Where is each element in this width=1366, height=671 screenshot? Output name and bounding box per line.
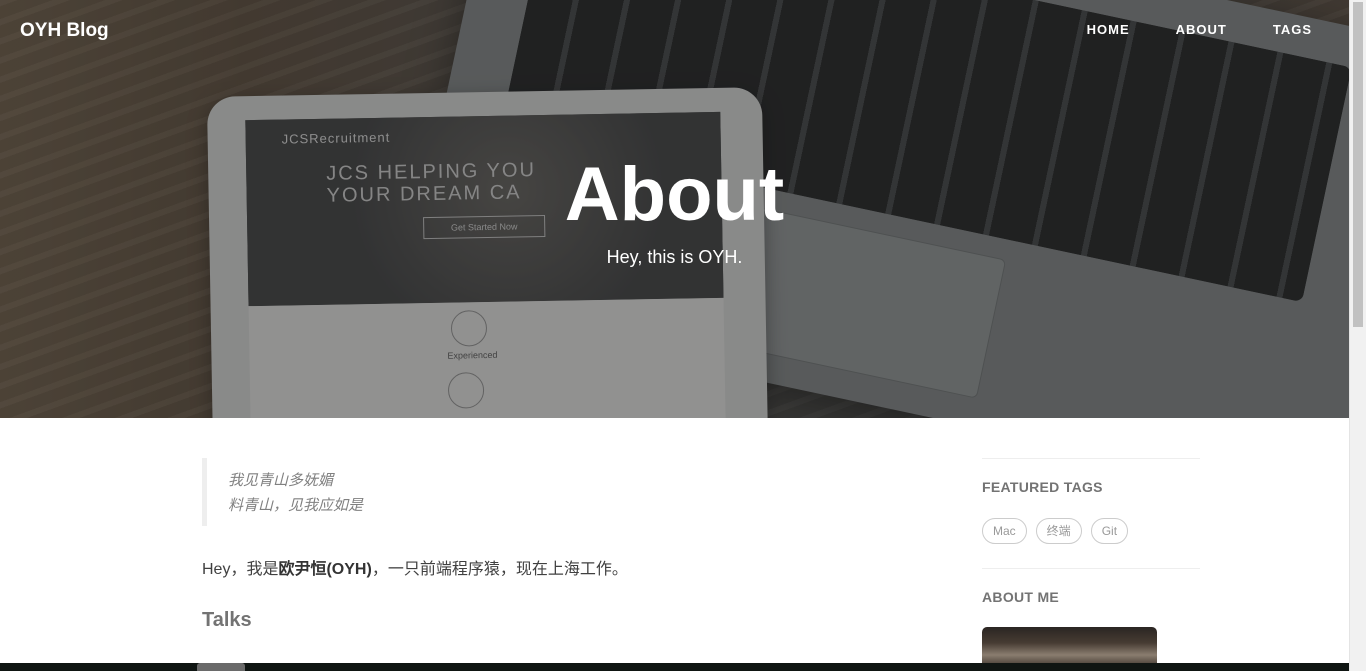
featured-tags-title: FEATURED TAGS [982,479,1103,495]
about-me-avatar [982,627,1157,667]
nav-tags-link[interactable]: TAGS [1273,22,1312,37]
intro-prefix: Hey，我是 [202,561,279,578]
sidebar-divider-2 [982,568,1200,569]
featured-tags-list: Mac 终端 Git [982,518,1200,544]
quote-line-2: 料青山，见我应如是 [228,497,364,514]
intro-suffix: ，一只前端程序猿，现在上海工作。 [371,561,628,578]
scrollbar-thumb[interactable] [1353,2,1363,327]
nav-home-link[interactable]: HOME [1087,22,1130,37]
taskbar-app-icon[interactable] [197,663,245,671]
nav-about-link[interactable]: ABOUT [1176,22,1227,37]
page-title: About [564,152,785,237]
hero-header: JCSRecruitment JCS HELPING YOU YOUR DREA… [0,0,1349,418]
sidebar: FEATURED TAGS Mac 终端 Git ABOUT ME [982,458,1200,667]
main-content: 我见青山多妩媚 料青山，见我应如是 Hey，我是欧尹恒(OYH)，一只前端程序猿… [202,458,922,632]
main-nav: HOME ABOUT TAGS [1041,22,1312,37]
quote-line-1: 我见青山多妩媚 [228,472,334,489]
tag-terminal[interactable]: 终端 [1035,518,1082,544]
intro-paragraph: Hey，我是欧尹恒(OYH)，一只前端程序猿，现在上海工作。 [202,555,922,579]
tag-git[interactable]: Git [1090,518,1129,544]
poem-quote: 我见青山多妩媚 料青山，见我应如是 [202,458,922,526]
author-name: 欧尹恒(OYH) [278,561,372,578]
about-me-title: ABOUT ME [982,589,1060,605]
talks-heading: Talks [202,609,252,631]
tag-mac[interactable]: Mac [982,518,1027,544]
page-subtitle: Hey, this is OYH. [606,247,743,267]
sidebar-divider [982,458,1200,459]
site-logo-link[interactable]: OYH Blog [20,20,109,42]
page-scrollbar[interactable] [1349,0,1366,671]
